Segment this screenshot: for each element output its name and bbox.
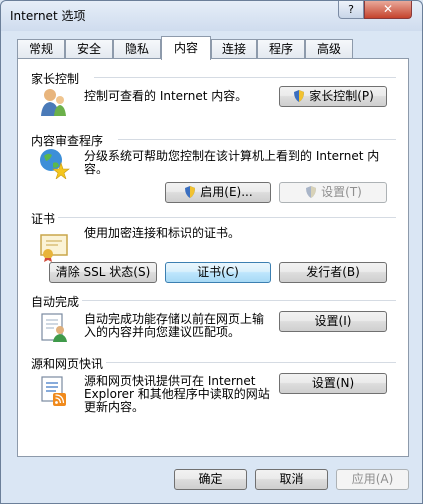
title-bar[interactable]: Internet 选项 ? ✕ [1, 1, 422, 31]
advisor-settings-button-label: 设置(T) [321, 185, 362, 199]
uac-shield-icon [294, 90, 305, 102]
ok-button[interactable]: 确定 [174, 469, 247, 490]
enable-button-label: 启用(E)... [200, 185, 253, 199]
group-divider [106, 362, 396, 363]
group-divider [82, 300, 396, 301]
window-title: Internet 选项 [10, 9, 86, 23]
internet-options-window: Internet 选项 ? ✕ 常规 安全 隐私 内容 连接 程序 高级 家长控… [0, 0, 423, 504]
certificates-description: 使用加密连接和标识的证书。 [84, 226, 241, 240]
certificates-button[interactable]: 证书(C) [165, 262, 271, 283]
feeds-settings-button[interactable]: 设置(N) [279, 373, 387, 394]
parental-controls-button-label: 家长控制(P) [309, 89, 374, 103]
uac-shield-icon [185, 186, 196, 198]
certificates-heading: 证书 [31, 212, 56, 226]
parental-controls-heading: 家长控制 [31, 72, 80, 86]
feeds-description-line3: 更新内容。 [84, 400, 145, 414]
tab-content[interactable]: 内容 [161, 36, 211, 60]
publishers-button[interactable]: 发行者(B) [279, 262, 387, 283]
tab-general[interactable]: 常规 [17, 39, 65, 59]
tab-security[interactable]: 安全 [65, 39, 113, 59]
close-button[interactable]: ✕ [364, 1, 412, 19]
certificate-icon [40, 234, 68, 262]
help-button[interactable]: ? [338, 1, 364, 19]
apply-button[interactable]: 应用(A) [336, 469, 409, 490]
autocomplete-heading: 自动完成 [31, 295, 80, 309]
autocomplete-form-icon [41, 313, 67, 342]
group-divider [58, 217, 396, 218]
tab-connections[interactable]: 连接 [211, 39, 257, 59]
parental-controls-description: 控制可查看的 Internet 内容。 [84, 89, 248, 103]
feeds-icon [41, 376, 66, 406]
group-divider [94, 77, 396, 78]
cancel-button[interactable]: 取消 [255, 469, 328, 490]
autocomplete-settings-button[interactable]: 设置(I) [279, 311, 387, 332]
tab-privacy[interactable]: 隐私 [113, 39, 161, 59]
content-advisor-globe-icon [40, 149, 70, 179]
tab-advanced[interactable]: 高级 [305, 39, 353, 59]
content-tab-panel: 家长控制 控制可查看的 Internet 内容。 家长控制(P) 内容审查程序 … [17, 58, 409, 457]
group-divider [118, 139, 396, 140]
parental-controls-icon [41, 89, 66, 116]
clear-ssl-state-button[interactable]: 清除 SSL 状态(S) [49, 262, 157, 283]
content-advisor-description-line1: 分级系统可帮助您控制在该计算机上看到的 Internet 内 [84, 149, 380, 163]
feeds-heading: 源和网页快讯 [31, 357, 104, 371]
content-advisor-settings-button[interactable]: 设置(T) [279, 182, 387, 203]
uac-shield-icon [306, 186, 317, 198]
tab-programs[interactable]: 程序 [257, 39, 305, 59]
enable-content-advisor-button[interactable]: 启用(E)... [165, 182, 271, 203]
parental-controls-button[interactable]: 家长控制(P) [279, 86, 387, 107]
autocomplete-description-line2: 入的内容并向您建议匹配项。 [84, 325, 241, 339]
content-advisor-description-line2: 容。 [84, 162, 109, 176]
